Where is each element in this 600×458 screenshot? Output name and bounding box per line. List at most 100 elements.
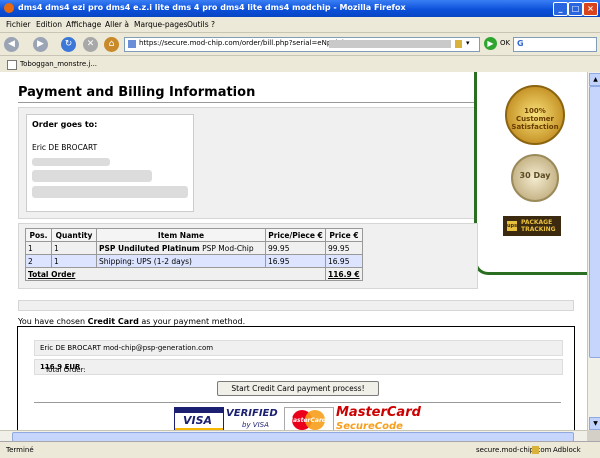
divider (34, 402, 561, 403)
home-icon[interactable]: ⌂ (104, 37, 119, 52)
guarantee-seal: 100% Customer Satisfaction (505, 85, 565, 145)
visa-band-top (175, 408, 223, 413)
chevron-down-icon[interactable]: ▾ (466, 39, 470, 47)
scroll-up-icon[interactable]: ▲ (589, 73, 600, 86)
price-piece-cell: 16.95 (265, 254, 326, 268)
google-icon[interactable]: G (517, 39, 524, 48)
item-name: PSP Mod-Chip (199, 243, 254, 253)
url-input[interactable]: https://secure.mod-chip.com/order/bill.p… (124, 37, 480, 52)
start-payment-button[interactable]: Start Credit Card payment process! (217, 381, 379, 396)
order-total-row: Total Order: 116.9 EUR (34, 359, 563, 375)
adblock-label[interactable]: Adblock (553, 446, 581, 454)
close-button[interactable]: × (583, 2, 598, 16)
vertical-scrollbar[interactable]: ▲ ▼ (587, 72, 600, 430)
ups-label-line1: PACKAGE (521, 219, 553, 226)
shipping-name: Eric DE BROCART (32, 143, 98, 152)
spacer-bar (18, 300, 574, 311)
total-value: 116.9 € (325, 267, 363, 281)
maximize-button[interactable]: □ (568, 2, 583, 16)
lock-icon[interactable] (532, 446, 539, 454)
menu-file[interactable]: Fichier (6, 20, 31, 29)
qty-cell: 1 (51, 241, 97, 255)
url-text: https://secure.mod-chip.com/order/bill.p… (139, 39, 356, 47)
total-row: Total Order 116.9 € (25, 267, 363, 281)
pos-cell: 2 (25, 254, 52, 268)
menu-bookmarks[interactable]: Marque-pages (134, 20, 188, 29)
search-input[interactable]: G (513, 37, 597, 52)
ups-label: PACKAGE TRACKING (521, 219, 556, 233)
column-header: Pos. (25, 228, 52, 242)
verified-text: VERIFIED (226, 408, 278, 419)
order-total-text: Total Order: 116.9 EUR (40, 363, 86, 374)
mastercard-text: MasterCard (287, 417, 327, 424)
order-total-label: Total Order: (45, 366, 86, 374)
shipping-label: Order goes to: (32, 120, 98, 129)
window-title: dms4 dms4 ezi pro dms4 e.z.i lite dms 4 … (18, 3, 406, 12)
firefox-icon (4, 3, 14, 13)
page-title: Payment and Billing Information (18, 85, 256, 100)
go-icon[interactable]: ▶ (484, 37, 497, 50)
visa-text: VISA (183, 414, 213, 427)
money-back-text: 30 Day (519, 171, 551, 180)
money-back-seal: 30 Day (511, 154, 559, 202)
go-button[interactable]: OK (500, 39, 510, 47)
menu-bar: Fichier Edition Affichage Aller à Marque… (0, 17, 600, 33)
redacted-address (32, 170, 152, 182)
customer-contact-row: Eric DE BROCART mod-chip@psp-generation.… (34, 340, 563, 356)
status-domain: secure.mod-chip.com (476, 446, 552, 454)
menu-view[interactable]: Affichage (66, 20, 101, 29)
item-cell: Shipping: UPS (1-2 days) (96, 254, 266, 268)
mastercard-title: MasterCard (336, 405, 421, 420)
column-header: Item Name (96, 228, 266, 242)
pos-cell: 1 (25, 241, 52, 255)
menu-go[interactable]: Aller à (105, 20, 129, 29)
ups-tracking-link[interactable]: ups PACKAGE TRACKING (503, 216, 561, 236)
column-header: Quantity (51, 228, 97, 242)
payment-suffix: as your payment method. (138, 317, 246, 326)
price-cell: 99.95 (325, 241, 363, 255)
scroll-down-icon[interactable]: ▼ (589, 417, 600, 430)
minimize-button[interactable]: _ (553, 2, 568, 16)
verified-subtext: by VISA (242, 421, 269, 429)
price-cell: 16.95 (325, 254, 363, 268)
table-row: 1 1 PSP Undiluted Platinum PSP Mod-Chip … (25, 241, 363, 255)
securecode-text: SecureCode (336, 421, 403, 430)
site-favicon (128, 40, 136, 48)
item-cell: PSP Undiluted Platinum PSP Mod-Chip (96, 241, 266, 255)
navigation-toolbar: ◀ ▶ ↻ ✕ ⌂ https://secure.mod-chip.com/or… (0, 33, 600, 56)
page-viewport: Payment and Billing Information Order go… (0, 72, 587, 430)
price-piece-cell: 99.95 (265, 241, 326, 255)
verified-by-visa-logo: VERIFIED by VISA (226, 407, 280, 430)
column-header: Price/Piece € (265, 228, 326, 242)
menu-help[interactable]: ? (211, 20, 215, 29)
scroll-thumb[interactable] (589, 86, 600, 358)
payment-prefix: You have chosen (18, 317, 88, 326)
qty-cell: 1 (51, 254, 97, 268)
table-row: 2 1 Shipping: UPS (1-2 days) 16.95 16.95 (25, 254, 363, 268)
payment-method: Credit Card (87, 317, 139, 326)
reload-icon[interactable]: ↻ (61, 37, 76, 52)
payment-method-text: You have chosen Credit Card as your paym… (18, 317, 245, 326)
back-icon[interactable]: ◀ (4, 37, 19, 52)
window-titlebar: dms4 dms4 ezi pro dms4 e.z.i lite dms 4 … (0, 0, 600, 17)
menu-tools[interactable]: Outils (187, 20, 209, 29)
mastercard-logo: MasterCard (284, 407, 334, 430)
ups-logo: ups (507, 221, 518, 231)
menu-edit[interactable]: Edition (36, 20, 62, 29)
bookmarks-toolbar: Toboggan_monstre.j... (0, 56, 600, 73)
lock-icon[interactable] (455, 40, 462, 48)
redacted-address (32, 186, 188, 198)
guarantee-text: 100% Customer Satisfaction (511, 107, 559, 131)
forward-icon[interactable]: ▶ (33, 37, 48, 52)
visa-logo: VISA (174, 407, 224, 430)
item-name-bold: PSP Undiluted Platinum (99, 243, 200, 253)
url-redacted (329, 40, 451, 48)
status-text: Terminé (6, 446, 34, 454)
total-label: Total Order (25, 267, 326, 281)
mastercard-securecode-logo: MasterCard SecureCode (336, 405, 432, 430)
redacted-address (32, 158, 110, 166)
order-table: Pos. Quantity Item Name Price/Piece € Pr… (25, 228, 363, 281)
stop-icon[interactable]: ✕ (83, 37, 98, 52)
ups-label-line2: TRACKING (521, 226, 556, 233)
bookmark-item[interactable]: Toboggan_monstre.j... (20, 60, 97, 68)
